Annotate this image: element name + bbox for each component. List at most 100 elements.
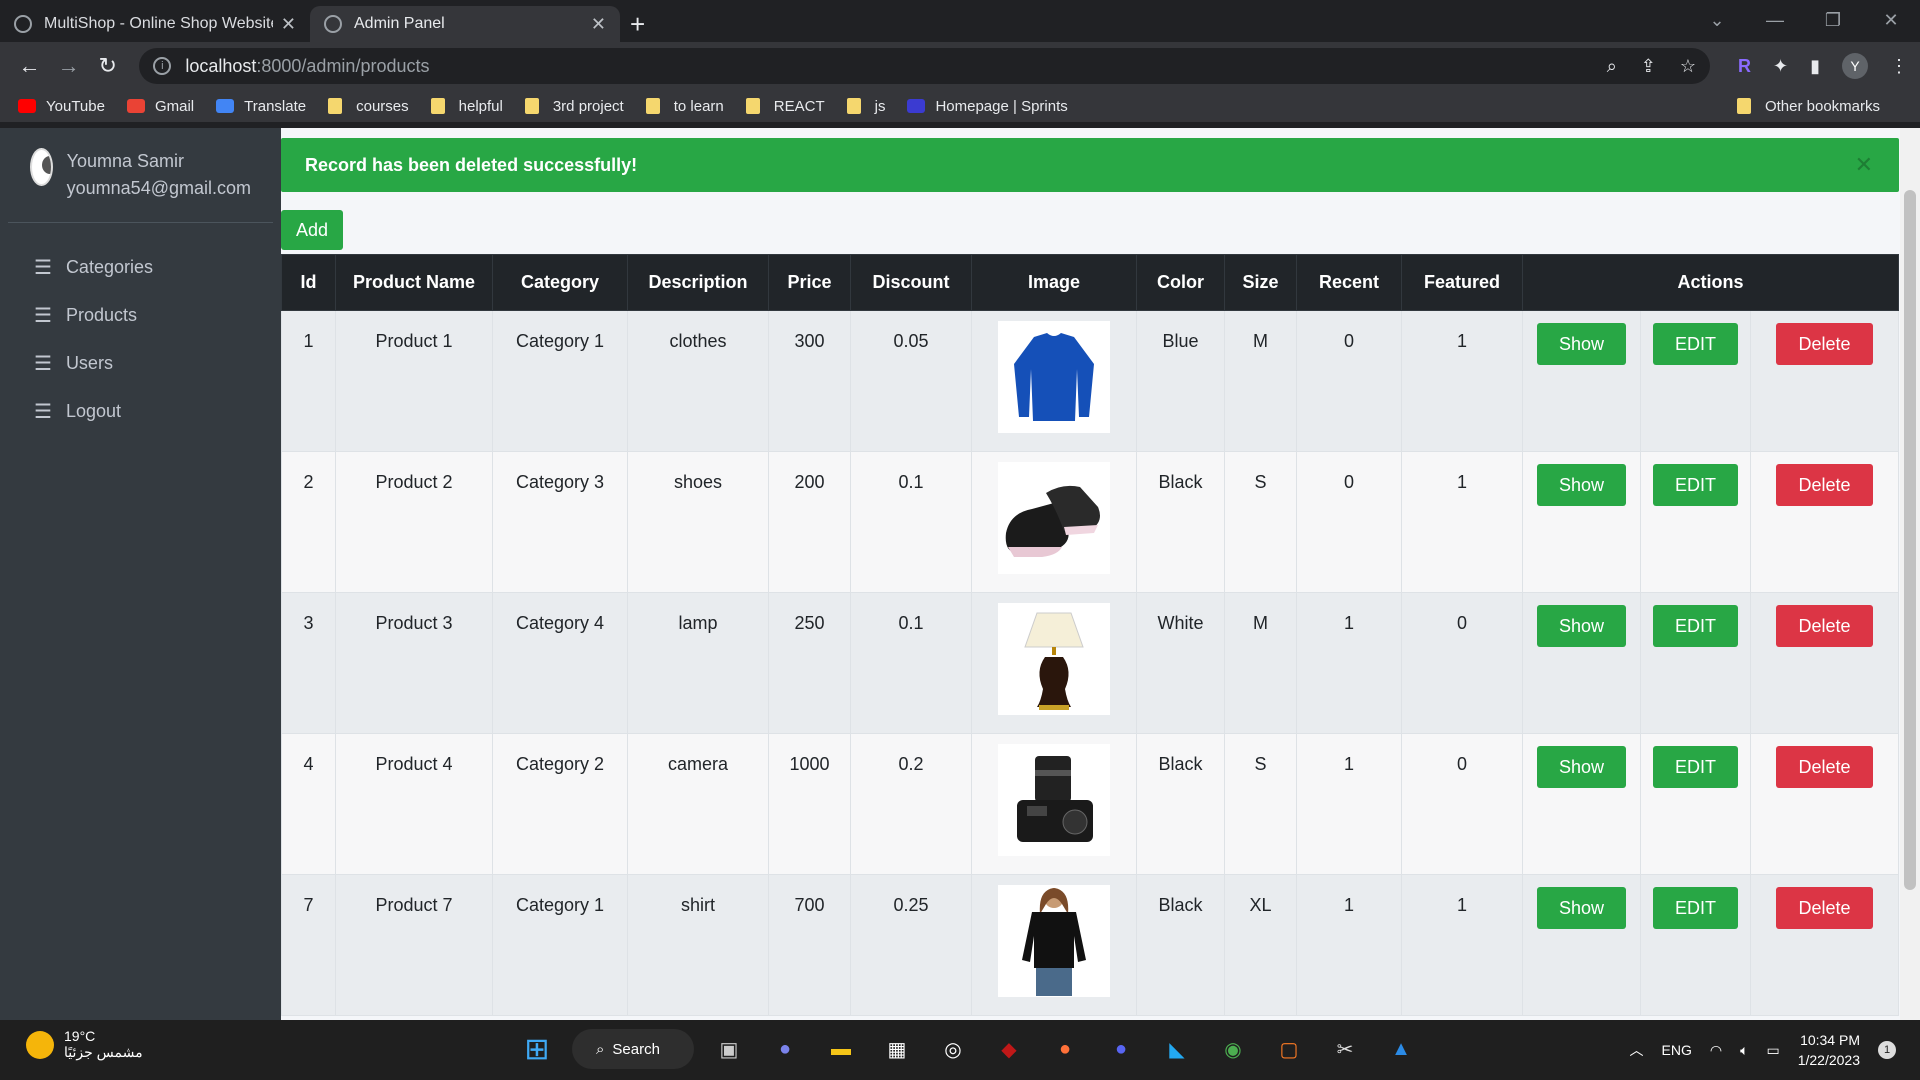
battery-icon[interactable]: ▭ bbox=[1766, 1042, 1779, 1059]
extension-r-icon[interactable]: R bbox=[1738, 56, 1751, 77]
clock[interactable]: 10:34 PM 1/22/2023 bbox=[1798, 1030, 1860, 1070]
show-button[interactable]: Show bbox=[1536, 746, 1627, 788]
product-image bbox=[998, 462, 1110, 574]
vscode-icon[interactable]: ◣ bbox=[1156, 1028, 1198, 1070]
snipping-tool-icon[interactable]: ✂ bbox=[1324, 1028, 1366, 1070]
notification-badge[interactable]: 1 bbox=[1878, 1041, 1896, 1059]
bookmark-other[interactable]: Other bookmarks bbox=[1736, 98, 1880, 115]
bookmark-youtube[interactable]: YouTube bbox=[18, 98, 105, 115]
edit-button[interactable]: EDIT bbox=[1652, 887, 1738, 929]
new-tab-button[interactable]: + bbox=[630, 6, 645, 42]
tab-multishop[interactable]: MultiShop - Online Shop Website ✕ bbox=[0, 6, 310, 42]
file-explorer-icon[interactable]: ▬ bbox=[820, 1028, 862, 1070]
discord-icon[interactable]: ● bbox=[1100, 1028, 1142, 1070]
sidebar-item-products[interactable]: ☰ Products bbox=[0, 291, 281, 339]
delete-button[interactable]: Delete bbox=[1776, 887, 1873, 929]
sidebar-item-categories[interactable]: ☰ Categories bbox=[0, 243, 281, 291]
share-icon[interactable]: ⇪ bbox=[1641, 56, 1656, 77]
address-bar[interactable]: i localhost :8000/admin/products ⌕ ⇪ ☆ bbox=[139, 48, 1711, 84]
reload-button[interactable]: ↻ bbox=[90, 48, 125, 84]
delete-button[interactable]: Delete bbox=[1776, 605, 1873, 647]
menu-icon: ☰ bbox=[34, 256, 52, 279]
xampp-icon[interactable]: ▢ bbox=[1268, 1028, 1310, 1070]
youtube-icon bbox=[18, 99, 36, 113]
taskbar-search[interactable]: ⌕ Search bbox=[572, 1029, 694, 1069]
column-header: Recent bbox=[1296, 254, 1402, 311]
user-email: youmna54@gmail.com bbox=[66, 178, 251, 198]
close-window-button[interactable]: ✕ bbox=[1862, 0, 1920, 40]
folder-icon bbox=[524, 98, 539, 114]
edit-button[interactable]: EDIT bbox=[1652, 605, 1738, 647]
scrollbar-thumb[interactable] bbox=[1904, 190, 1916, 890]
chevron-down-icon[interactable]: ⌄ bbox=[1688, 0, 1746, 40]
chrome-icon[interactable]: ◉ bbox=[1212, 1028, 1254, 1070]
show-button[interactable]: Show bbox=[1536, 605, 1627, 647]
cell-action-delete: Delete bbox=[1750, 310, 1899, 452]
puzzle-icon[interactable]: ✦ bbox=[1773, 56, 1788, 77]
bookmark-3rd-project[interactable]: 3rd project bbox=[524, 98, 624, 115]
close-icon[interactable]: ✕ bbox=[281, 14, 296, 35]
cell-id: 3 bbox=[281, 592, 336, 734]
cell-description: shoes bbox=[627, 451, 769, 593]
bookmark-to-learn[interactable]: to learn bbox=[645, 98, 724, 115]
more-menu-icon[interactable]: ⋮ bbox=[1890, 56, 1908, 77]
restore-button[interactable]: ❐ bbox=[1804, 0, 1862, 40]
folder-icon bbox=[430, 98, 445, 114]
store-icon[interactable]: ▦ bbox=[876, 1028, 918, 1070]
delete-button[interactable]: Delete bbox=[1776, 464, 1873, 506]
show-button[interactable]: Show bbox=[1536, 323, 1627, 365]
delete-button[interactable]: Delete bbox=[1776, 323, 1873, 365]
edit-button[interactable]: EDIT bbox=[1652, 323, 1738, 365]
site-info-icon[interactable]: i bbox=[153, 57, 172, 75]
bookmark-gmail[interactable]: Gmail bbox=[126, 98, 194, 115]
weather-widget[interactable]: 19°C مشمس جزئيًا bbox=[26, 1028, 143, 1061]
zoom-icon[interactable]: ⌕ bbox=[1607, 56, 1617, 77]
windows-start-icon[interactable]: ⊞ bbox=[516, 1028, 558, 1070]
delete-button[interactable]: Delete bbox=[1776, 746, 1873, 788]
sidebar-item-logout[interactable]: ☰ Logout bbox=[0, 387, 281, 435]
bookmark-courses[interactable]: courses bbox=[328, 98, 409, 115]
chevron-up-icon[interactable]: ︿ bbox=[1630, 1040, 1644, 1060]
sidepanel-icon[interactable]: ▮ bbox=[1810, 56, 1820, 77]
page-scrollbar[interactable] bbox=[1900, 128, 1920, 1020]
forward-button[interactable]: → bbox=[51, 48, 86, 84]
dell-icon[interactable]: ◎ bbox=[932, 1028, 974, 1070]
gmail-icon bbox=[126, 99, 145, 113]
back-button[interactable]: ← bbox=[12, 48, 47, 84]
sidebar-item-label: Categories bbox=[65, 256, 153, 277]
wifi-icon[interactable]: ◠ bbox=[1710, 1042, 1722, 1059]
profile-avatar[interactable]: Y bbox=[1842, 53, 1869, 79]
volume-icon[interactable]: 🔈︎ bbox=[1740, 1042, 1748, 1059]
close-icon[interactable]: ✕ bbox=[591, 14, 606, 35]
task-view-icon[interactable]: ▣ bbox=[708, 1028, 750, 1070]
cell-category: Category 4 bbox=[492, 592, 628, 734]
bookmark-js[interactable]: js bbox=[846, 98, 885, 115]
edit-button[interactable]: EDIT bbox=[1652, 464, 1738, 506]
show-button[interactable]: Show bbox=[1536, 887, 1627, 929]
language-indicator[interactable]: ENG bbox=[1662, 1042, 1692, 1058]
star-icon[interactable]: ☆ bbox=[1680, 56, 1696, 77]
tab-admin-panel[interactable]: Admin Panel ✕ bbox=[310, 6, 620, 42]
cell-image bbox=[971, 592, 1137, 734]
firefox-icon[interactable]: ● bbox=[1044, 1028, 1086, 1070]
table-row: 4 Product 4 Category 2 camera 1000 0.2 Black S 1… bbox=[281, 733, 1899, 875]
user-name: Youmna Samir bbox=[66, 151, 185, 171]
mcafee-icon[interactable]: ◆ bbox=[988, 1028, 1030, 1070]
cell-id: 1 bbox=[281, 310, 336, 452]
add-button[interactable]: Add bbox=[281, 210, 343, 250]
bookmark-sprints[interactable]: Homepage | Sprints bbox=[907, 98, 1068, 115]
sidebar-item-users[interactable]: ☰ Users bbox=[0, 339, 281, 387]
edit-button[interactable]: EDIT bbox=[1652, 746, 1738, 788]
browser-toolbar: ← → ↻ i localhost :8000/admin/products ⌕… bbox=[0, 42, 1920, 90]
sidebar-item-label: Users bbox=[65, 352, 113, 373]
teams-icon[interactable]: ● bbox=[764, 1028, 806, 1070]
cell-category: Category 1 bbox=[492, 310, 628, 452]
close-icon[interactable]: ✕ bbox=[1855, 152, 1873, 178]
show-button[interactable]: Show bbox=[1536, 464, 1627, 506]
bookmark-react[interactable]: REACT bbox=[745, 98, 825, 115]
bookmark-helpful[interactable]: helpful bbox=[430, 98, 503, 115]
bookmark-translate[interactable]: Translate bbox=[216, 98, 306, 115]
minimize-button[interactable]: — bbox=[1746, 0, 1804, 40]
system-tray: ︿ ENG ◠ 🔈︎ ▭ 10:34 PM 1/22/2023 1 bbox=[1630, 1030, 1896, 1070]
photos-icon[interactable]: ▲ bbox=[1380, 1028, 1422, 1070]
